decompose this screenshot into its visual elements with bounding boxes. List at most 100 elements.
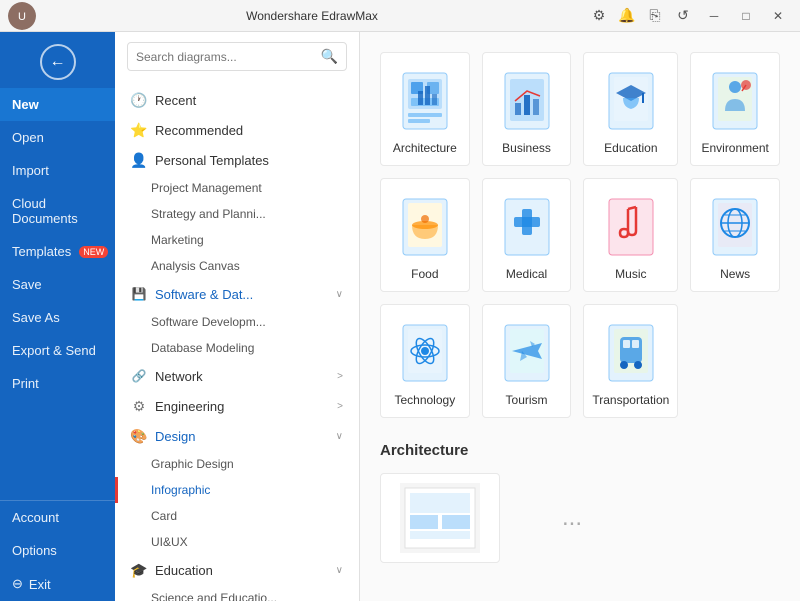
template-card-medical[interactable]: Medical: [482, 178, 572, 292]
food-icon: [398, 195, 452, 259]
nav-subitem-database[interactable]: Database Modeling: [115, 335, 359, 361]
nav-item-software[interactable]: 💾 Software & Dat... ∨: [115, 279, 359, 309]
main-layout: ← New Open Import Cloud Documents Templa…: [0, 32, 800, 601]
chevron-down-icon: ∨: [336, 289, 343, 300]
tourism-label: Tourism: [506, 393, 548, 407]
nav-subitem-softwaredep[interactable]: Software Developm...: [115, 309, 359, 335]
minimize-button[interactable]: ─: [700, 5, 728, 27]
nav-label-card: Card: [151, 509, 177, 523]
template-card-tourism[interactable]: Tourism: [482, 304, 572, 418]
news-label: News: [720, 267, 750, 281]
nav-item-education[interactable]: 🎓 Education ∨: [115, 555, 359, 585]
sidebar-item-save[interactable]: Save: [0, 268, 115, 301]
food-label: Food: [411, 267, 438, 281]
bottom-card-1[interactable]: [380, 473, 500, 563]
exit-icon: ⊖: [12, 576, 23, 592]
music-icon: [604, 195, 658, 259]
nav-item-design[interactable]: 🎨 Design ∨: [115, 421, 359, 451]
sidebar-item-exit[interactable]: ⊖ Exit: [0, 567, 115, 601]
sidebar-label-account: Account: [12, 510, 59, 525]
nav-subitem-project[interactable]: Project Management: [115, 175, 359, 201]
window-controls: ─ □ ✕: [700, 5, 792, 27]
template-card-education[interactable]: Education: [583, 52, 678, 166]
education-label: Education: [604, 141, 657, 155]
nav-subitem-uiux[interactable]: UI&UX: [115, 529, 359, 555]
search-input[interactable]: [136, 50, 315, 64]
template-card-news[interactable]: News: [690, 178, 780, 292]
sidebar-item-new[interactable]: New: [0, 88, 115, 121]
panel-area: 🔍 🕐 Recent ⭐ Recommended 👤 Personal Temp…: [115, 32, 360, 601]
nav-subitem-graphic[interactable]: Graphic Design: [115, 451, 359, 477]
sidebar-item-options[interactable]: Options: [0, 534, 115, 567]
edu-icon: 🎓: [131, 562, 147, 578]
sidebar-item-print[interactable]: Print: [0, 367, 115, 400]
close-button[interactable]: ✕: [764, 5, 792, 27]
sidebar-label-new: New: [12, 97, 39, 112]
template-card-music[interactable]: Music: [583, 178, 678, 292]
title-bar-right-icons: ⚙ 🔔 ⎘ ↺ ─ □ ✕: [588, 5, 792, 27]
nav-subitem-science[interactable]: Science and Educatio...: [115, 585, 359, 601]
nav-subitem-infographic[interactable]: Infographic: [115, 477, 359, 503]
nav-subitem-strategy[interactable]: Strategy and Planni...: [115, 201, 359, 227]
education-icon: [604, 69, 658, 133]
nav-label-database: Database Modeling: [151, 341, 254, 355]
template-card-technology[interactable]: Technology: [380, 304, 470, 418]
template-card-food[interactable]: Food: [380, 178, 470, 292]
nav-label-engineering: Engineering: [155, 399, 224, 414]
share-icon[interactable]: ⎘: [644, 5, 666, 27]
nav-label-network: Network: [155, 369, 203, 384]
transportation-icon: [604, 321, 658, 385]
title-bar-left-icons: U: [8, 2, 36, 30]
window-title: Wondershare EdrawMax: [36, 9, 588, 23]
business-icon: [500, 69, 554, 133]
nav-item-recommended[interactable]: ⭐ Recommended: [115, 115, 359, 145]
news-icon: [708, 195, 762, 259]
maximize-button[interactable]: □: [732, 5, 760, 27]
template-card-business[interactable]: Business: [482, 52, 572, 166]
avatar[interactable]: U: [8, 2, 36, 30]
ellipsis-label: ...: [562, 504, 582, 532]
template-card-environment[interactable]: Environment: [690, 52, 780, 166]
template-card-architecture[interactable]: Architecture: [380, 52, 470, 166]
architecture-icon: [398, 69, 452, 133]
search-box: 🔍: [127, 42, 347, 71]
sidebar-item-account[interactable]: Account: [0, 501, 115, 534]
sidebar: ← New Open Import Cloud Documents Templa…: [0, 32, 115, 601]
template-card-transportation[interactable]: Transportation: [583, 304, 678, 418]
settings-icon[interactable]: ⚙: [588, 5, 610, 27]
nav-label-recent: Recent: [155, 93, 196, 108]
sidebar-label-exit: Exit: [29, 577, 51, 592]
sidebar-item-templates[interactable]: Templates NEW: [0, 235, 115, 268]
environment-label: Environment: [701, 141, 768, 155]
refresh-icon[interactable]: ↺: [672, 5, 694, 27]
clock-icon: 🕐: [131, 92, 147, 108]
sidebar-bottom: Account Options ⊖ Exit: [0, 500, 115, 601]
nav-subitem-analysis[interactable]: Analysis Canvas: [115, 253, 359, 279]
sidebar-item-export[interactable]: Export & Send: [0, 334, 115, 367]
title-bar: U Wondershare EdrawMax ⚙ 🔔 ⎘ ↺ ─ □ ✕: [0, 0, 800, 32]
nav-item-personal[interactable]: 👤 Personal Templates: [115, 145, 359, 175]
sidebar-item-open[interactable]: Open: [0, 121, 115, 154]
sidebar-item-saveas[interactable]: Save As: [0, 301, 115, 334]
nav-label-uiux: UI&UX: [151, 535, 188, 549]
nav-item-engineering[interactable]: ⚙ Engineering >: [115, 391, 359, 421]
design-icon: 🎨: [131, 428, 147, 444]
sidebar-item-import[interactable]: Import: [0, 154, 115, 187]
sidebar-label-options: Options: [12, 543, 57, 558]
nav-subitem-marketing[interactable]: Marketing: [115, 227, 359, 253]
back-button[interactable]: ←: [40, 44, 76, 80]
architecture-label: Architecture: [393, 141, 457, 155]
sidebar-item-cloud[interactable]: Cloud Documents: [0, 187, 115, 235]
business-label: Business: [502, 141, 551, 155]
nav-label-personal: Personal Templates: [155, 153, 269, 168]
sidebar-label-import: Import: [12, 163, 49, 178]
chevron-down-design-icon: ∨: [336, 431, 343, 442]
bell-icon[interactable]: 🔔: [616, 5, 638, 27]
nav-subitem-card[interactable]: Card: [115, 503, 359, 529]
nav-label-graphic: Graphic Design: [151, 457, 234, 471]
transportation-label: Transportation: [592, 393, 669, 407]
nav-item-recent[interactable]: 🕐 Recent: [115, 85, 359, 115]
nav-item-network[interactable]: 🔗 Network >: [115, 361, 359, 391]
medical-icon: [500, 195, 554, 259]
sidebar-label-templates: Templates: [12, 244, 71, 259]
